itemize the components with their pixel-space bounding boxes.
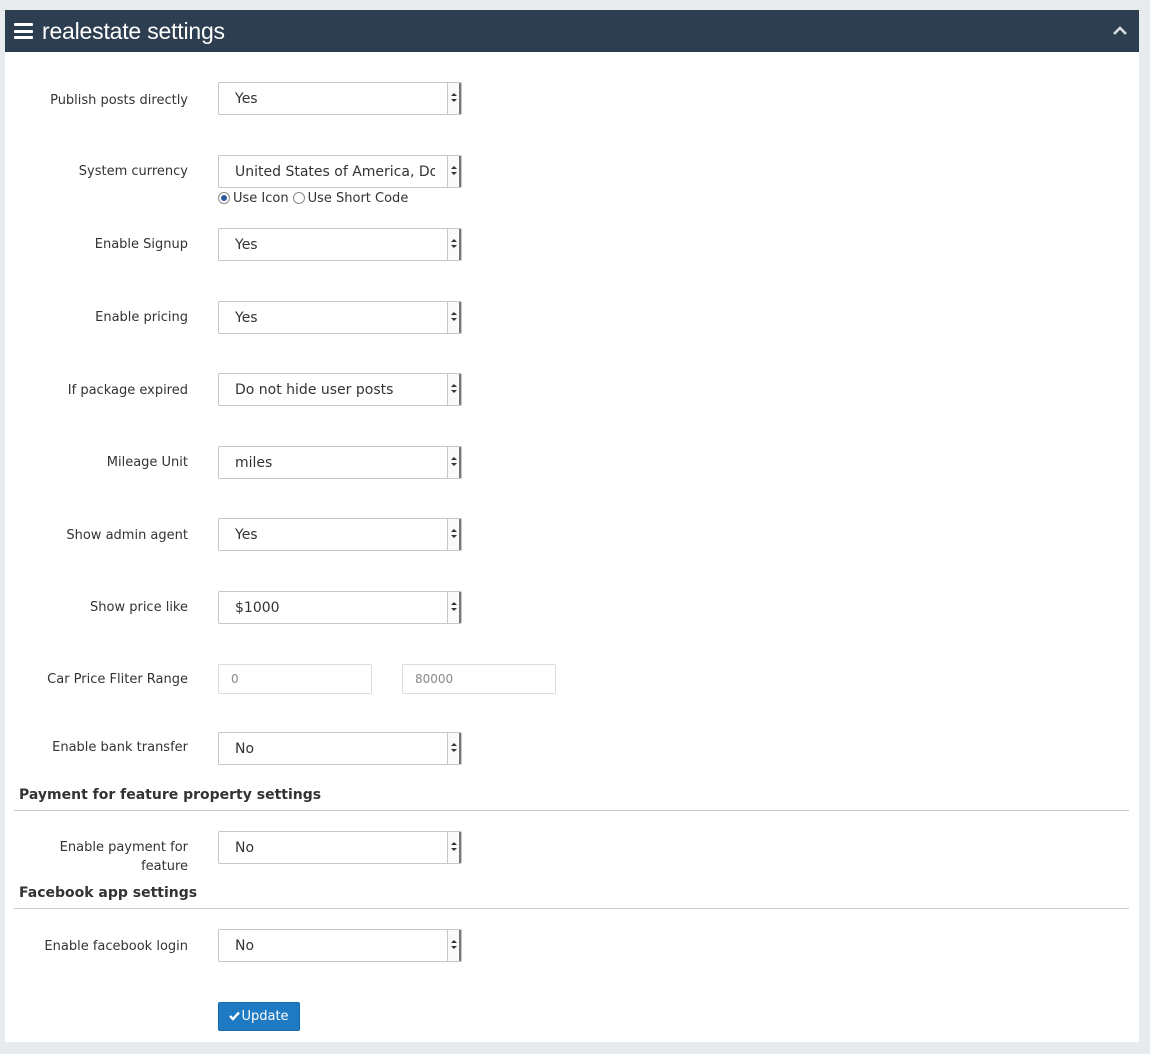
- setting-label: If package expired: [67, 383, 188, 398]
- payment-feature-select[interactable]: No: [218, 831, 462, 864]
- radio-checked-icon[interactable]: [218, 192, 230, 204]
- select-value: No: [235, 741, 255, 757]
- label-line: Enable payment for: [59, 840, 188, 855]
- select-arrow-icon: [447, 519, 461, 550]
- enable-pricing-select[interactable]: Yes: [218, 301, 462, 334]
- use-short-code-option[interactable]: Use Short Code: [292, 191, 409, 207]
- select-arrow-icon: [447, 592, 461, 623]
- price-range-max-input[interactable]: 80000: [402, 664, 556, 694]
- setting-label: Enable bank transfer: [52, 740, 188, 755]
- panel-title: realestate settings: [42, 18, 225, 44]
- radio-label: Use Short Code: [307, 191, 409, 206]
- bank-transfer-select[interactable]: No: [218, 732, 462, 765]
- section-divider: [14, 908, 1129, 909]
- radio-unchecked-icon[interactable]: [292, 192, 305, 204]
- system-currency-select[interactable]: United States of America, Dollars: [218, 155, 462, 188]
- select-value: miles: [235, 455, 273, 471]
- select-arrow-icon: [447, 229, 461, 260]
- setting-label: Mileage Unit: [106, 455, 188, 470]
- use-icon-option[interactable]: Use Icon: [218, 191, 289, 207]
- price-range-min-input[interactable]: 0: [218, 664, 372, 694]
- select-value: Yes: [235, 310, 258, 326]
- select-value: $1000: [235, 600, 280, 616]
- setting-label: Show admin agent: [66, 528, 188, 543]
- package-expired-select[interactable]: Do not hide user posts: [218, 373, 462, 406]
- radio-label: Use Icon: [233, 191, 289, 206]
- select-value: United States of America, Dollars: [235, 164, 435, 180]
- select-value: No: [235, 840, 255, 856]
- select-value: Yes: [235, 527, 258, 543]
- check-icon: [229, 1011, 241, 1021]
- select-value: Do not hide user posts: [235, 382, 394, 398]
- setting-label: Enable pricing: [95, 310, 188, 325]
- select-arrow-icon: [447, 832, 461, 863]
- select-value: No: [235, 938, 255, 954]
- chevron-up-icon[interactable]: [1112, 23, 1128, 37]
- select-arrow-icon: [447, 447, 461, 478]
- select-arrow-icon: [447, 930, 461, 961]
- enable-signup-select[interactable]: Yes: [218, 228, 462, 261]
- show-price-like-select[interactable]: $1000: [218, 591, 462, 624]
- panel-header: realestate settings: [5, 10, 1139, 52]
- hamburger-icon[interactable]: [14, 23, 33, 39]
- select-arrow-icon: [447, 83, 461, 114]
- publish-posts-select[interactable]: Yes: [218, 82, 462, 115]
- update-button-label: Update: [241, 1009, 289, 1024]
- setting-label: Car Price Fliter Range: [47, 672, 188, 687]
- setting-label: Publish posts directly: [50, 93, 188, 108]
- payment-section-title: Payment for feature property settings: [19, 787, 322, 803]
- select-arrow-icon: [447, 374, 461, 405]
- section-divider: [14, 810, 1129, 811]
- select-value: Yes: [235, 237, 258, 253]
- select-arrow-icon: [447, 733, 461, 764]
- setting-label: Show price like: [90, 600, 188, 615]
- mileage-unit-select[interactable]: miles: [218, 446, 462, 479]
- settings-panel: realestate settings Publish posts direct…: [5, 10, 1139, 1042]
- label-line: feature: [141, 859, 188, 874]
- select-value: Yes: [235, 91, 258, 107]
- currency-display-radio-group: Use Icon Use Short Code: [218, 191, 412, 207]
- show-admin-agent-select[interactable]: Yes: [218, 518, 462, 551]
- facebook-section-title: Facebook app settings: [19, 885, 198, 901]
- update-button[interactable]: Update: [218, 1002, 300, 1031]
- select-arrow-icon: [447, 156, 461, 187]
- setting-label: Enable Signup: [94, 237, 188, 252]
- setting-label: System currency: [78, 164, 188, 179]
- setting-label: Enable facebook login: [44, 939, 188, 954]
- setting-label: Enable payment for feature: [18, 838, 188, 876]
- facebook-login-select[interactable]: No: [218, 929, 462, 962]
- select-arrow-icon: [447, 302, 461, 333]
